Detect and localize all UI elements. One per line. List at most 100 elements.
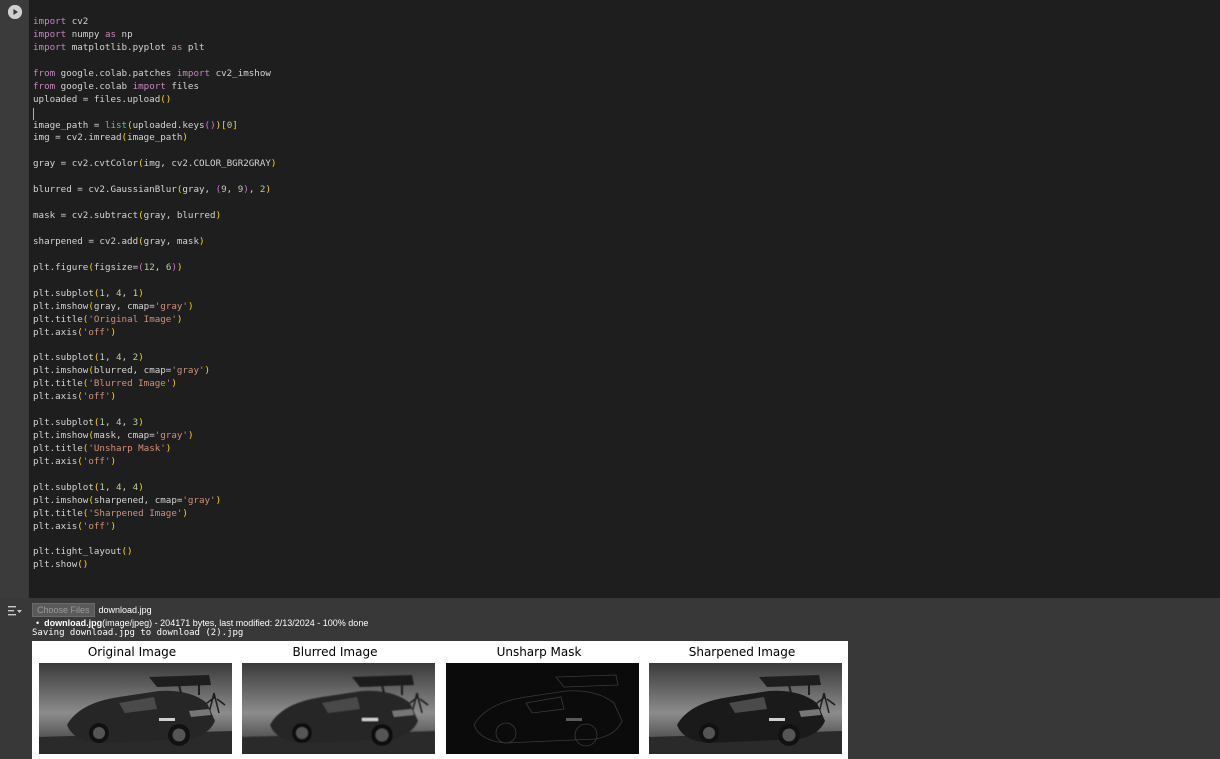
code-token: ) [138,287,144,299]
code-line[interactable]: import numpy as np [33,29,276,42]
code-token: plt.subplot [33,287,94,299]
code-line[interactable] [33,404,276,417]
code-token: as [171,41,183,53]
bullet: • [36,618,45,628]
code-line[interactable]: uploaded = files.upload() [33,94,276,107]
code-token: files [165,80,199,92]
code-token: np [116,28,133,40]
code-line[interactable]: from google.colab import files [33,81,276,94]
text-cursor [33,108,34,120]
code-token: cv2 [66,16,89,27]
code-line[interactable]: plt.subplot(1, 4, 1) [33,288,276,301]
code-token: plt.title [33,507,83,519]
code-line[interactable] [33,197,276,210]
code-line[interactable] [33,339,276,352]
code-token: matplotlib.pyplot [66,41,172,53]
code-line[interactable] [33,249,276,262]
code-token: 'off' [82,520,111,532]
code-line[interactable]: plt.axis('off') [33,327,276,340]
code-token: gray = cv2.cvtColor [33,158,139,170]
code-line[interactable]: plt.show() [33,559,276,572]
code-line[interactable]: plt.title('Sharpened Image') [33,508,276,521]
code-line[interactable]: plt.imshow(sharpened, cmap='gray') [33,495,276,508]
code-token: numpy [66,28,105,40]
code-token: ) [265,184,272,196]
code-line[interactable]: plt.tight_layout() [33,546,276,559]
code-line[interactable]: import cv2 [33,16,276,29]
figure-panel: Unsharp Mask [439,641,639,759]
code-line[interactable] [33,469,276,482]
code-line[interactable] [33,534,276,547]
code-token: 'Blurred Image' [88,378,172,390]
code-token: , [121,417,133,429]
code-line[interactable]: mask = cv2.subtract(gray, blurred) [33,210,276,223]
code-token: 'gray' [154,300,188,312]
code-line[interactable]: gray = cv2.cvtColor(img, cv2.COLOR_BGR2G… [33,158,276,171]
file-upload-row: Choose Files download.jpg [32,602,152,617]
code-line[interactable]: import matplotlib.pyplot as plt [33,42,276,55]
code-token: img = cv2.imread [33,132,122,144]
code-line[interactable]: plt.imshow(mask, cmap='gray') [33,430,276,443]
code-token: image_path [127,132,183,144]
code-token: , [121,481,133,493]
code-line[interactable]: blurred = cv2.GaussianBlur(gray, (9, 9),… [33,184,276,197]
code-line[interactable]: sharpened = cv2.add(gray, mask) [33,236,276,249]
code-token: , [248,184,260,196]
code-token: ) [110,520,117,532]
code-token: 'Unsharp Mask' [88,442,166,454]
saving-message: Saving download.jpg to download (2).jpg [32,628,244,638]
code-line[interactable] [33,107,276,120]
code-token: ) [176,313,183,325]
code-token: gray, blurred [143,210,216,222]
code-token: plt [182,41,205,53]
code-token: plt.imshow [33,494,89,506]
code-line[interactable]: img = cv2.imread(image_path) [33,132,276,145]
code-token: plt.axis [33,326,78,338]
code-token: ) [187,430,194,441]
code-token: uploaded = files.upload [33,93,161,105]
code-token: as [104,28,117,40]
upload-status: • download.jpg(image/jpeg) - 204171 byte… [36,618,368,628]
code-line[interactable] [33,171,276,184]
code-line[interactable]: plt.title('Original Image') [33,314,276,327]
code-line[interactable]: plt.figure(figsize=(12, 6)) [33,262,276,275]
figure-panel: Original Image [32,641,232,759]
choose-files-button[interactable]: Choose Files [32,602,95,617]
code-token: ) [176,261,183,273]
code-token: ) [165,442,172,454]
figure-panel: Blurred Image [235,641,435,759]
code-line[interactable]: plt.axis('off') [33,456,276,469]
code-line[interactable]: plt.subplot(1, 4, 4) [33,482,276,495]
code-token: plt.subplot [33,481,94,493]
code-line[interactable]: image_path = list(uploaded.keys())[0] [33,120,276,133]
code-line[interactable]: plt.imshow(blurred, cmap='gray') [33,365,276,378]
code-token: , [104,352,117,364]
code-editor[interactable]: import cv2 import numpy as np import matpl… [29,0,1220,598]
code-line[interactable]: plt.subplot(1, 4, 2) [33,352,276,365]
cell-gutter [0,0,28,598]
code-line[interactable]: from google.colab.patches import cv2_ims… [33,68,276,81]
code-token: plt.title [33,313,83,325]
code-text[interactable]: import cv2 import numpy as np import matpl… [33,16,276,572]
run-cell-button[interactable] [8,5,22,19]
code-line[interactable] [33,275,276,288]
code-line[interactable]: plt.imshow(gray, cmap='gray') [33,301,276,314]
code-token: 'Sharpened Image' [88,507,183,519]
output-collapse-icon[interactable] [7,604,23,618]
code-line[interactable]: plt.axis('off') [33,521,276,534]
code-token: ) [270,158,277,170]
code-token: gray, cmap= [93,300,155,312]
code-token: ) [215,494,222,506]
code-line[interactable] [33,145,276,158]
code-token: plt.imshow [33,300,89,312]
code-token: plt.axis [33,455,78,467]
code-line[interactable]: plt.title('Unsharp Mask') [33,443,276,456]
code-line[interactable]: plt.axis('off') [33,391,276,404]
panel-title: Original Image [87,645,177,659]
code-line[interactable]: plt.subplot(1, 4, 3) [33,417,276,430]
code-token: figsize= [93,261,139,273]
code-token: uploaded.keys [132,119,205,131]
code-line[interactable] [33,223,276,236]
code-line[interactable] [33,55,276,68]
code-line[interactable]: plt.title('Blurred Image') [33,378,276,391]
